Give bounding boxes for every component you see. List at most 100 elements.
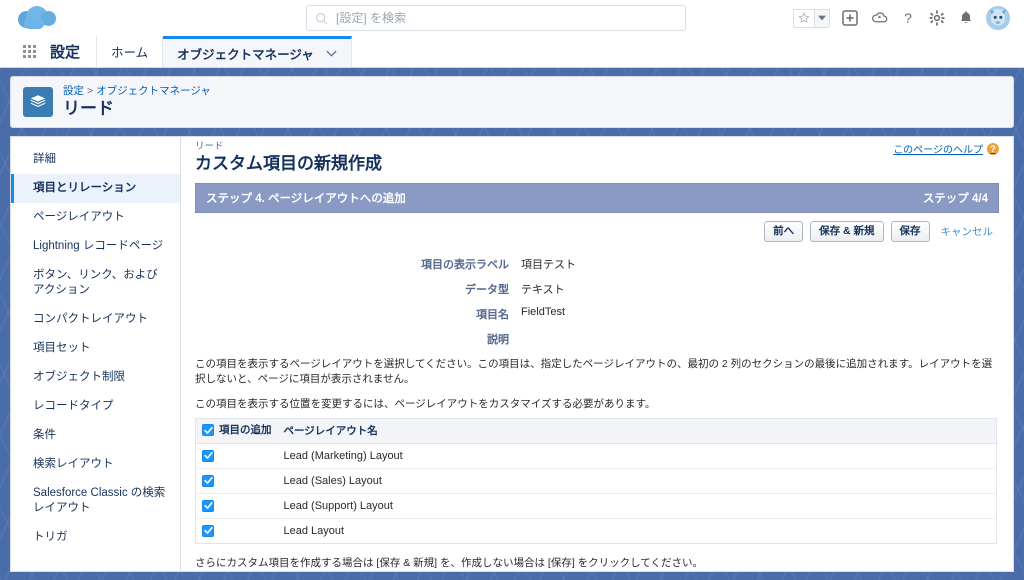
sidebar-item-label: Salesforce Classic の検索レイアウト <box>33 487 166 514</box>
sidebar-item-label: 検索レイアウト <box>33 458 114 470</box>
row-layout-name: Lead (Sales) Layout <box>277 468 997 494</box>
new-custom-field-panel: リード カスタム項目の新規作成 このページのヘルプ ? ステップ 4. ページレ… <box>180 136 1014 572</box>
field-label: データ型 <box>465 284 509 296</box>
page-head: リード カスタム項目の新規作成 このページのヘルプ ? <box>181 137 1013 183</box>
search-icon <box>315 12 328 25</box>
sidebar-item-details[interactable]: 詳細 <box>11 145 180 174</box>
step-title: ステップ 4. ページレイアウトへの追加 <box>206 193 406 205</box>
sidebar-item-salesforce-classic-search-layouts[interactable]: Salesforce Classic の検索レイアウト <box>11 479 180 523</box>
field-label: 項目の表示ラベル <box>421 259 509 271</box>
field-summary-row: データ型 テキスト <box>181 281 1013 297</box>
svg-text:?: ? <box>904 10 912 26</box>
field-label: 説明 <box>487 334 509 346</box>
select-all-checkbox[interactable] <box>202 424 214 436</box>
sidebar-item-label: 項目セット <box>33 342 91 354</box>
lead-object-icon <box>23 87 53 117</box>
favorites-control[interactable] <box>793 8 830 28</box>
setup-tab-bar: 設定 ホーム オブジェクトマネージャ <box>0 36 1024 68</box>
row-layout-name: Lead (Support) Layout <box>277 493 997 519</box>
row-checkbox[interactable] <box>202 524 214 537</box>
sidebar-item-buttons-links-actions[interactable]: ボタン、リンク、およびアクション <box>11 261 180 305</box>
page-help-link-label: このページのヘルプ <box>893 145 983 156</box>
breadcrumb-separator: > <box>87 85 94 97</box>
previous-button-top[interactable]: 前へ <box>764 221 804 242</box>
field-summary-row: 項目名 FieldTest <box>181 306 1013 322</box>
layout-instruction-paragraph-1: この項目を表示するページレイアウトを選択してください。この項目は、指定したページ… <box>195 358 993 385</box>
page-help-link[interactable]: このページのヘルプ ? <box>893 141 999 156</box>
field-value: FieldTest <box>521 306 566 318</box>
sidebar-item-search-layouts[interactable]: 検索レイアウト <box>11 450 180 479</box>
notifications-bell-icon[interactable] <box>957 9 975 27</box>
sidebar-item-fields-and-relationships[interactable]: 項目とリレーション <box>11 174 180 203</box>
sidebar-item-label: 詳細 <box>33 153 56 165</box>
header-icon-group: ? <box>793 6 1014 30</box>
gear-icon[interactable] <box>928 9 946 27</box>
table-row: Lead (Marketing) Layout <box>195 443 997 469</box>
sidebar-item-lightning-record-pages[interactable]: Lightning レコードページ <box>11 232 180 261</box>
row-checkbox-cell <box>196 518 278 543</box>
sidebar-item-label: Lightning レコードページ <box>33 240 164 252</box>
content-shell: 詳細 項目とリレーション ページレイアウト Lightning レコードページ … <box>10 136 1014 572</box>
row-layout-name: Lead (Marketing) Layout <box>277 443 997 469</box>
tab-home-label: ホーム <box>111 46 149 60</box>
app-name: 設定 <box>46 36 98 67</box>
object-sidebar-nav: 詳細 項目とリレーション ページレイアウト Lightning レコードページ … <box>10 136 180 572</box>
table-row: Lead Layout <box>196 518 997 543</box>
sidebar-item-label: 条件 <box>33 429 56 441</box>
row-checkbox-cell <box>195 468 278 494</box>
sidebar-item-compact-layouts[interactable]: コンパクトレイアウト <box>11 305 180 334</box>
sidebar-item-label: レコードタイプ <box>33 400 114 412</box>
cancel-link-top[interactable]: キャンセル <box>937 221 998 242</box>
save-and-new-button-top[interactable]: 保存 & 新規 <box>810 221 884 242</box>
breadcrumb-root[interactable]: 設定 <box>63 85 84 97</box>
step-counter: ステップ 4/4 <box>922 193 988 205</box>
row-checkbox-cell <box>195 443 278 469</box>
sidebar-item-object-limits[interactable]: オブジェクト制限 <box>11 363 180 392</box>
tab-home[interactable]: ホーム <box>97 36 164 67</box>
action-button-row-top: 前へ 保存 & 新規 保存 キャンセル <box>181 213 1013 248</box>
field-summary-list: 項目の表示ラベル 項目テスト データ型 テキスト 項目名 FieldTest 説… <box>181 256 1013 347</box>
global-header: ? <box>0 0 1024 36</box>
search-input[interactable] <box>336 11 677 25</box>
object-header-card: 設定 > オブジェクトマネージャ リード <box>10 76 1014 128</box>
sidebar-item-label: コンパクトレイアウト <box>33 313 148 325</box>
page-kicker: リード <box>195 141 224 152</box>
tab-object-manager-label: オブジェクトマネージャ <box>177 47 314 62</box>
column-header-layout-name: ページレイアウト名 <box>277 418 997 444</box>
page-layout-table: 項目の追加 ページレイアウト名 Lead (Marketing) Layout … <box>195 418 997 544</box>
add-icon[interactable] <box>841 9 859 27</box>
breadcrumb-current[interactable]: オブジェクトマネージャ <box>96 85 211 97</box>
field-summary-row: 項目の表示ラベル 項目テスト <box>181 256 1013 272</box>
favorites-caret-icon[interactable] <box>814 9 829 27</box>
salesforce-cloud-logo[interactable] <box>14 2 60 34</box>
row-layout-name: Lead Layout <box>283 524 345 537</box>
row-checkbox[interactable] <box>202 499 214 512</box>
sidebar-item-label: オブジェクト制限 <box>33 371 125 383</box>
sidebar-item-record-types[interactable]: レコードタイプ <box>11 392 180 421</box>
sidebar-item-criteria[interactable]: 条件 <box>11 421 180 450</box>
row-checkbox[interactable] <box>202 474 214 487</box>
sidebar-item-label: トリガ <box>33 531 68 543</box>
setup-cloud-icon[interactable] <box>870 9 888 27</box>
chevron-down-icon[interactable] <box>326 46 337 60</box>
row-checkbox[interactable] <box>202 449 214 462</box>
sidebar-item-field-sets[interactable]: 項目セット <box>11 334 180 363</box>
layout-instruction-paragraph-2: この項目を表示する位置を変更するには、ページレイアウトをカスタマイズする必要があ… <box>195 398 656 410</box>
column-header-add-field-label: 項目の追加 <box>219 424 272 436</box>
field-value: 項目テスト <box>521 259 576 271</box>
step-header: ステップ 4. ページレイアウトへの追加 ステップ 4/4 <box>195 183 999 213</box>
favorites-star-icon[interactable] <box>794 10 814 27</box>
row-checkbox-cell <box>195 493 278 519</box>
tab-object-manager[interactable]: オブジェクトマネージャ <box>163 36 352 67</box>
breadcrumb[interactable]: 設定 > オブジェクトマネージャ <box>63 85 211 98</box>
avatar[interactable] <box>986 6 1010 30</box>
app-launcher-waffle-icon[interactable] <box>12 36 46 67</box>
global-search[interactable] <box>306 5 686 31</box>
sidebar-item-page-layouts[interactable]: ページレイアウト <box>11 203 180 232</box>
page-title: カスタム項目の新規作成 <box>195 154 382 173</box>
page-layout-table-wrap: 項目の追加 ページレイアウト名 Lead (Marketing) Layout … <box>181 412 1013 544</box>
help-icon[interactable]: ? <box>899 9 917 27</box>
sidebar-item-triggers[interactable]: トリガ <box>11 523 180 552</box>
save-button-top[interactable]: 保存 <box>890 221 930 242</box>
help-badge-icon: ? <box>987 142 999 155</box>
